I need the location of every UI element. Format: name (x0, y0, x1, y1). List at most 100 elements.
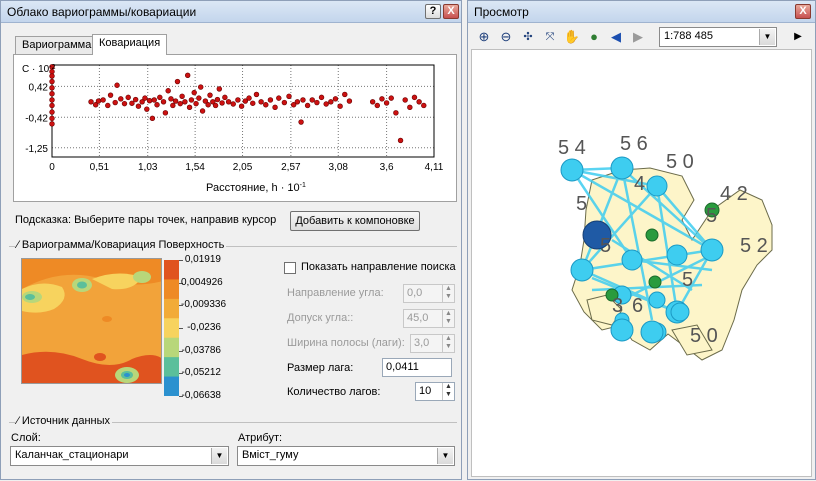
legend-label: 0,01919 (184, 254, 221, 265)
data-point (253, 91, 260, 98)
data-point (196, 95, 202, 101)
data-point (379, 96, 385, 102)
attribute-select[interactable]: Вміст_гуму ▼ (237, 446, 455, 466)
data-point (179, 93, 185, 99)
data-point (304, 102, 311, 109)
data-point (184, 72, 191, 79)
covariance-panel: 0 0,51 1,03 1,54 2,05 2,57 3,08 3,6 4,11 0,42 -0,4… (13, 54, 457, 202)
data-point (149, 115, 156, 122)
pan-icon[interactable]: ✋ (562, 27, 582, 47)
data-point (142, 95, 148, 101)
variogram-surface-map[interactable] (21, 258, 162, 384)
lag-size-input[interactable]: 0,0411 (382, 358, 452, 377)
data-point (174, 78, 181, 85)
map-label: 6 (632, 295, 643, 317)
data-point (286, 93, 292, 99)
legend-swatch (164, 318, 179, 339)
covariance-cloud-chart[interactable]: 0 0,51 1,03 1,54 2,05 2,57 3,08 3,6 4,11 0,42 -0,4… (14, 55, 458, 203)
data-point (393, 110, 399, 116)
data-point (342, 91, 348, 98)
angle-direction-input[interactable]: 0,0 ▲ ▼ (403, 284, 455, 303)
tab-variogram[interactable]: Вариограмма (15, 36, 99, 54)
add-to-layout-button[interactable]: Добавить к компоновке (290, 211, 420, 231)
layer-select[interactable]: Каланчак_стационари ▼ (10, 446, 229, 466)
attribute-label: Атрибут: (238, 432, 283, 444)
full-extent-icon[interactable]: ● (584, 27, 604, 47)
legend-label: -0,06638 (181, 390, 221, 401)
legend-color-bar (164, 260, 179, 397)
data-point (281, 99, 288, 106)
data-point (88, 99, 94, 105)
help-button[interactable]: ? (425, 4, 441, 19)
legend-swatch (164, 279, 179, 300)
data-point (49, 78, 55, 85)
data-point (49, 73, 55, 79)
data-point (328, 99, 334, 105)
data-point (230, 101, 236, 107)
data-point (188, 97, 195, 103)
legend-label: -0,05212 (181, 367, 221, 379)
data-point (205, 102, 211, 108)
map-label: 4 (634, 173, 645, 195)
data-point (323, 101, 329, 107)
data-point (129, 100, 135, 106)
legend-swatch (164, 357, 179, 378)
data-point (100, 97, 106, 103)
data-point (219, 100, 225, 106)
band-width-input[interactable]: 3,0 ▲ ▼ (410, 334, 455, 353)
y-tick-label: -1,25 (25, 144, 48, 155)
data-point (157, 94, 163, 101)
data-point (198, 84, 204, 90)
data-point (300, 97, 306, 103)
angle-tolerance-label: Допуск угла:: (287, 312, 354, 324)
data-point (125, 94, 131, 101)
x-tick-label: 0,51 (90, 162, 110, 173)
y-tick-label: -0,42 (25, 113, 48, 124)
data-point (186, 104, 193, 111)
angle-direction-label: Направление угла: (287, 287, 384, 299)
map-preview-canvas[interactable]: 5 4 5 6 5 0 4 2 5 2 5 0 5 5 4 5 3 6 5 (471, 49, 812, 477)
data-point (207, 92, 213, 98)
data-point (407, 104, 413, 111)
fixed-zoom-out-icon[interactable]: ⤧ (540, 27, 560, 47)
data-point (105, 102, 111, 109)
angle-tolerance-input[interactable]: 45,0 ▲ ▼ (403, 309, 455, 328)
data-point (250, 100, 256, 106)
chevron-down-icon: ▼ (437, 448, 453, 464)
data-point (49, 97, 55, 103)
show-direction-checkbox[interactable] (284, 262, 296, 274)
lag-count-input[interactable]: 10 ▲ ▼ (415, 382, 455, 401)
data-point (246, 95, 252, 101)
tab-covariance[interactable]: Ковариация (92, 34, 168, 55)
close-button[interactable]: X (795, 4, 811, 19)
data-point (369, 99, 376, 105)
zoom-out-icon[interactable]: ⊖ (496, 27, 516, 47)
show-direction-label: Показать направление поиска (301, 261, 456, 273)
legend-swatch (164, 376, 179, 397)
back-icon[interactable]: ◀ (606, 27, 626, 47)
data-point (132, 96, 139, 103)
fixed-zoom-in-icon[interactable]: ✣ (518, 27, 538, 47)
close-button[interactable]: X (443, 4, 459, 19)
data-point (397, 137, 404, 144)
data-point (276, 95, 282, 101)
layer-label: Слой: (11, 432, 41, 444)
map-label: 5 0 (690, 325, 718, 347)
forward-icon[interactable]: ▶ (628, 27, 648, 47)
x-tick-label: 2,05 (233, 162, 253, 173)
data-point (114, 82, 120, 88)
data-point (294, 99, 301, 105)
zoom-in-icon[interactable]: ⊕ (474, 27, 494, 47)
chart-points (49, 64, 427, 144)
data-point (383, 100, 390, 106)
data-point (121, 100, 128, 107)
data-point (402, 97, 408, 103)
scale-select[interactable]: 1:788 485 ▼ (659, 27, 777, 47)
chevron-right-icon[interactable]: ▶ (788, 27, 808, 47)
data-point (298, 119, 304, 125)
data-point (214, 96, 221, 103)
chevron-down-icon: ▼ (759, 29, 775, 45)
chart-grid (51, 65, 435, 157)
datasource-group-title: ⁄ Источник данных (15, 415, 113, 427)
left-titlebar: Облако вариограммы/ковариации ? X (1, 1, 461, 23)
